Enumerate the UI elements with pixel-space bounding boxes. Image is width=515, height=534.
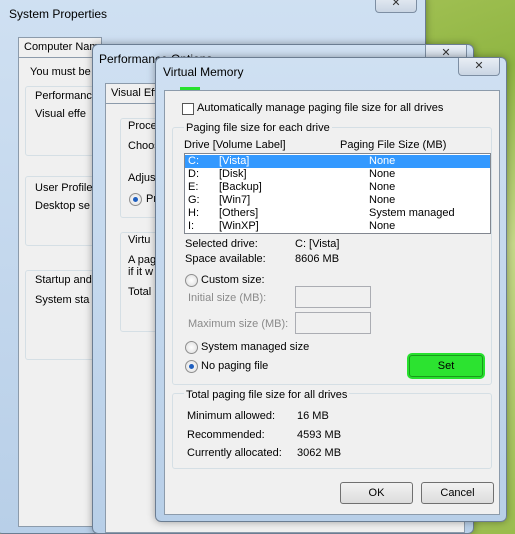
drive-letter: D: <box>188 168 199 180</box>
paging-desc-line2: if it w <box>128 266 154 278</box>
drive-row[interactable]: E: [Backup] None <box>185 181 490 194</box>
space-available-value: 8606 MB <box>295 253 340 265</box>
virtual-memory-title: Virtual Memory <box>163 65 244 79</box>
recommended-label: Recommended: <box>187 429 265 441</box>
drive-size: System managed <box>369 207 455 219</box>
auto-manage-checkbox[interactable] <box>182 103 194 115</box>
custom-size-label: Custom size: <box>201 274 265 286</box>
ok-button-label: OK <box>368 487 385 499</box>
drive-letter: G: <box>188 194 200 206</box>
drive-size: None <box>369 194 396 206</box>
size-column-header: Paging File Size (MB) <box>340 139 447 151</box>
space-available-label: Space available: <box>185 253 266 265</box>
cancel-button-label: Cancel <box>440 487 475 499</box>
drive-label: [Vista] <box>219 155 250 167</box>
adjust-text: Adjus <box>128 172 156 184</box>
close-icon: ✕ <box>391 0 401 9</box>
initial-size-input[interactable] <box>295 286 371 308</box>
minimum-allowed-label: Minimum allowed: <box>187 410 276 422</box>
drive-size: None <box>369 220 396 232</box>
virtual-memory-title: Virtu <box>128 234 151 246</box>
drive-label: [Disk] <box>219 168 247 180</box>
desktop-settings-text: Desktop se <box>35 200 91 212</box>
drive-column-header: Drive [Volume Label] <box>184 139 286 151</box>
visual-effects-text: Visual effe <box>35 108 86 120</box>
drive-row[interactable]: I: [WinXP] None <box>185 220 490 233</box>
tab-computer-name[interactable]: Computer Name <box>18 37 102 57</box>
programs-radio[interactable] <box>129 193 142 206</box>
initial-size-label: Initial size (MB): <box>188 292 267 304</box>
user-profiles-title: User Profile <box>35 182 93 194</box>
ok-button[interactable]: OK <box>340 482 413 504</box>
system-managed-radio[interactable] <box>185 341 198 354</box>
maximum-size-label: Maximum size (MB): <box>188 318 289 330</box>
cancel-button[interactable]: Cancel <box>421 482 494 504</box>
performance-group-title: Performanc <box>35 90 92 102</box>
drive-list[interactable]: C: [Vista] None D: [Disk] None E: [Backu… <box>184 153 491 234</box>
drive-letter: E: <box>188 181 199 193</box>
minimum-allowed-value: 16 MB <box>297 410 329 422</box>
currently-allocated-value: 3062 MB <box>297 447 342 459</box>
selected-drive-value: C: [Vista] <box>295 238 340 250</box>
virtual-memory-close-button[interactable]: ✕ <box>458 58 500 76</box>
currently-allocated-label: Currently allocated: <box>187 447 282 459</box>
set-button-label: Set <box>437 360 455 372</box>
drive-label: [WinXP] <box>219 220 259 232</box>
selected-drive-label: Selected drive: <box>185 238 258 250</box>
drive-letter: I: <box>188 220 195 232</box>
paging-desc-line1: A pag <box>128 254 157 266</box>
virtual-memory-client: Automatically manage paging file size fo… <box>164 90 500 515</box>
total-paging-group-title: Total paging file size for all drives <box>184 389 350 401</box>
drive-row[interactable]: C: [Vista] None <box>185 155 490 168</box>
startup-recovery-title: Startup and <box>35 274 92 286</box>
total-paging-text: Total <box>128 286 152 298</box>
drive-letter: H: <box>188 207 199 219</box>
drive-row[interactable]: H: [Others] System managed <box>185 207 490 220</box>
drive-row[interactable]: G: [Win7] None <box>185 194 490 207</box>
recommended-value: 4593 MB <box>297 429 342 441</box>
set-button[interactable]: Set <box>409 355 483 377</box>
drive-label: [Others] <box>219 207 259 219</box>
system-managed-label: System managed size <box>201 341 310 353</box>
virtual-memory-dialog: Virtual Memory ✕ Automatically manage pa… <box>155 57 507 522</box>
system-properties-close-button[interactable]: ✕ <box>375 0 417 13</box>
drive-letter: C: <box>188 155 199 167</box>
drive-row[interactable]: D: [Disk] None <box>185 168 490 181</box>
no-paging-radio[interactable] <box>185 360 198 373</box>
drive-size: None <box>369 155 396 167</box>
paging-file-group-title: Paging file size for each drive <box>184 122 332 134</box>
close-icon: ✕ <box>474 60 484 72</box>
admin-note: You must be <box>30 66 91 78</box>
system-properties-title: System Properties <box>9 7 108 21</box>
drive-size: None <box>369 181 396 193</box>
no-paging-label: No paging file <box>201 360 269 372</box>
custom-size-radio[interactable] <box>185 274 198 287</box>
drive-size: None <box>369 168 396 180</box>
auto-manage-label: Automatically manage paging file size fo… <box>197 102 444 114</box>
tab-computer-name-label: Computer Name <box>24 41 102 53</box>
maximum-size-input[interactable] <box>295 312 371 334</box>
drive-label: [Win7] <box>219 194 251 206</box>
system-startup-text: System sta <box>35 294 90 306</box>
drive-label: [Backup] <box>219 181 262 193</box>
